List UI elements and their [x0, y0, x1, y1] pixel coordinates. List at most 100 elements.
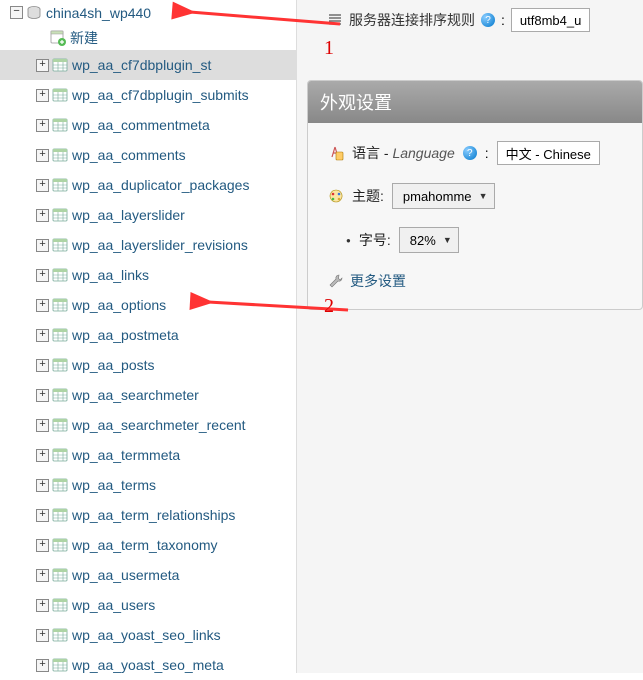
table-row[interactable]: + wp_aa_postmeta: [0, 320, 296, 350]
language-row: 语言 - Language ? : 中文 - Chinese: [328, 141, 622, 165]
table-row[interactable]: + wp_aa_layerslider: [0, 200, 296, 230]
language-select[interactable]: 中文 - Chinese: [497, 141, 600, 165]
table-icon: [52, 267, 68, 283]
table-name[interactable]: wp_aa_yoast_seo_meta: [72, 657, 224, 673]
table-row[interactable]: + wp_aa_usermeta: [0, 560, 296, 590]
expand-icon[interactable]: +: [36, 299, 49, 312]
table-icon: [52, 657, 68, 673]
table-icon: [52, 117, 68, 133]
main-content: 服务器连接排序规则 ? : utf8mb4_u 外观设置 语言 - Langua…: [297, 0, 643, 673]
database-row[interactable]: − china4sh_wp440: [0, 0, 296, 25]
collapse-icon[interactable]: −: [10, 6, 23, 19]
table-name[interactable]: wp_aa_searchmeter_recent: [72, 417, 246, 433]
table-name[interactable]: wp_aa_searchmeter: [72, 387, 199, 403]
table-row[interactable]: + wp_aa_terms: [0, 470, 296, 500]
bullet-icon: ●: [346, 236, 351, 245]
table-row[interactable]: + wp_aa_yoast_seo_meta: [0, 650, 296, 680]
table-row[interactable]: + wp_aa_cf7dbplugin_st: [0, 50, 296, 80]
help-icon[interactable]: ?: [463, 146, 477, 160]
expand-icon[interactable]: +: [36, 359, 49, 372]
table-row[interactable]: + wp_aa_duplicator_packages: [0, 170, 296, 200]
panel-title: 外观设置: [308, 81, 642, 123]
table-name[interactable]: wp_aa_cf7dbplugin_submits: [72, 87, 249, 103]
collation-label: 服务器连接排序规则: [349, 10, 475, 30]
table-row[interactable]: + wp_aa_term_taxonomy: [0, 530, 296, 560]
table-icon: [52, 567, 68, 583]
table-row[interactable]: + wp_aa_layerslider_revisions: [0, 230, 296, 260]
table-icon: [52, 627, 68, 643]
expand-icon[interactable]: +: [36, 389, 49, 402]
expand-icon[interactable]: +: [36, 149, 49, 162]
fontsize-label: 字号:: [359, 230, 391, 250]
expand-icon[interactable]: +: [36, 269, 49, 282]
table-name[interactable]: wp_aa_comments: [72, 147, 186, 163]
theme-icon: [328, 188, 344, 204]
database-icon: [26, 5, 42, 21]
collation-select[interactable]: utf8mb4_u: [511, 8, 590, 32]
table-row[interactable]: + wp_aa_termmeta: [0, 440, 296, 470]
expand-icon[interactable]: +: [36, 599, 49, 612]
expand-icon[interactable]: +: [36, 449, 49, 462]
collation-icon: [327, 12, 343, 28]
expand-icon[interactable]: +: [36, 89, 49, 102]
table-icon: [52, 537, 68, 553]
more-settings-row[interactable]: 更多设置: [328, 271, 622, 291]
expand-icon[interactable]: +: [36, 419, 49, 432]
expand-icon[interactable]: +: [36, 569, 49, 582]
expand-icon[interactable]: +: [36, 539, 49, 552]
table-name[interactable]: wp_aa_yoast_seo_links: [72, 627, 221, 643]
table-name[interactable]: wp_aa_cf7dbplugin_st: [72, 57, 211, 73]
expand-icon[interactable]: +: [36, 509, 49, 522]
theme-select[interactable]: pmahomme: [392, 183, 495, 209]
table-row[interactable]: + wp_aa_searchmeter_recent: [0, 410, 296, 440]
table-name[interactable]: wp_aa_links: [72, 267, 149, 283]
database-name[interactable]: china4sh_wp440: [46, 5, 151, 21]
navigation-tree: − china4sh_wp440 新建 + wp_aa_cf7dbplugin_s…: [0, 0, 297, 673]
table-row[interactable]: + wp_aa_cf7dbplugin_submits: [0, 80, 296, 110]
table-name[interactable]: wp_aa_layerslider_revisions: [72, 237, 248, 253]
expand-icon[interactable]: +: [36, 659, 49, 672]
table-row[interactable]: + wp_aa_commentmeta: [0, 110, 296, 140]
expand-icon[interactable]: +: [36, 239, 49, 252]
fontsize-select[interactable]: 82%: [399, 227, 459, 253]
help-icon[interactable]: ?: [481, 13, 495, 27]
fontsize-row: ● 字号: 82%: [346, 227, 622, 253]
expand-icon[interactable]: +: [36, 119, 49, 132]
collation-row: 服务器连接排序规则 ? : utf8mb4_u: [307, 0, 643, 40]
table-name[interactable]: wp_aa_usermeta: [72, 567, 179, 583]
expand-icon[interactable]: +: [36, 629, 49, 642]
table-row[interactable]: + wp_aa_yoast_seo_links: [0, 620, 296, 650]
expand-icon[interactable]: +: [36, 209, 49, 222]
table-icon: [52, 327, 68, 343]
appearance-panel: 外观设置 语言 - Language ? : 中文 - Chinese: [307, 80, 643, 310]
new-table-label[interactable]: 新建: [70, 28, 98, 48]
table-row[interactable]: + wp_aa_links: [0, 260, 296, 290]
table-name[interactable]: wp_aa_options: [72, 297, 166, 313]
table-name[interactable]: wp_aa_termmeta: [72, 447, 180, 463]
table-row[interactable]: + wp_aa_term_relationships: [0, 500, 296, 530]
new-table-row[interactable]: 新建: [0, 25, 296, 50]
expand-icon[interactable]: +: [36, 179, 49, 192]
table-row[interactable]: + wp_aa_posts: [0, 350, 296, 380]
table-name[interactable]: wp_aa_posts: [72, 357, 155, 373]
table-icon: [52, 357, 68, 373]
table-name[interactable]: wp_aa_term_relationships: [72, 507, 235, 523]
expand-icon[interactable]: +: [36, 479, 49, 492]
table-name[interactable]: wp_aa_postmeta: [72, 327, 179, 343]
table-row[interactable]: + wp_aa_searchmeter: [0, 380, 296, 410]
language-icon: [328, 145, 344, 161]
table-name[interactable]: wp_aa_users: [72, 597, 155, 613]
table-name[interactable]: wp_aa_commentmeta: [72, 117, 210, 133]
more-settings-link[interactable]: 更多设置: [350, 271, 406, 291]
table-row[interactable]: + wp_aa_comments: [0, 140, 296, 170]
table-name[interactable]: wp_aa_layerslider: [72, 207, 185, 223]
table-name[interactable]: wp_aa_duplicator_packages: [72, 177, 249, 193]
expand-icon[interactable]: +: [36, 329, 49, 342]
table-name[interactable]: wp_aa_terms: [72, 477, 156, 493]
expand-icon[interactable]: +: [36, 59, 49, 72]
table-icon: [52, 597, 68, 613]
table-name[interactable]: wp_aa_term_taxonomy: [72, 537, 218, 553]
table-row[interactable]: + wp_aa_options: [0, 290, 296, 320]
table-row[interactable]: + wp_aa_users: [0, 590, 296, 620]
table-icon: [52, 207, 68, 223]
